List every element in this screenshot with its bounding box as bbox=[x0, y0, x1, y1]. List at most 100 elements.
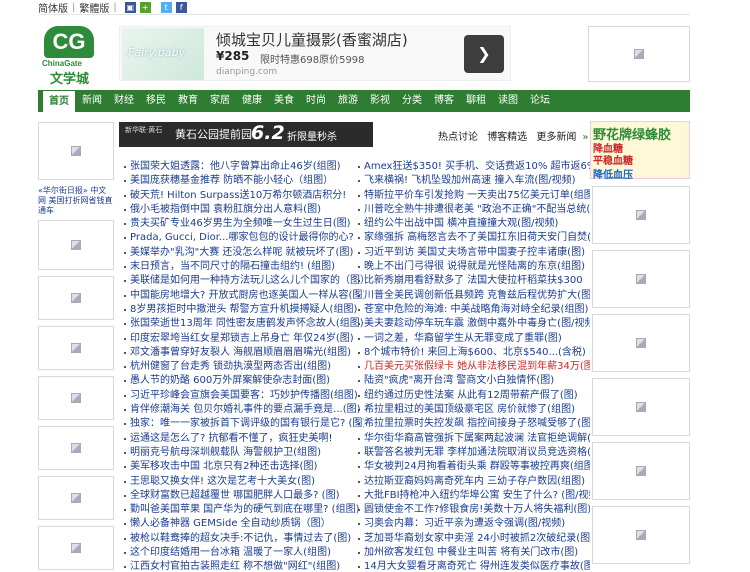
news-link[interactable]: 贵夫买矿专业46岁男生为全频唯一女生过生日(图) bbox=[124, 217, 364, 231]
news-link[interactable]: 希拉里拉票时失控发飙 指控间接身子怒喊受够了(图) bbox=[358, 417, 590, 431]
news-link[interactable]: 比新秀崩用看舒默多了 法国大使拉杆稻菜扶$300 bbox=[358, 274, 590, 288]
more-news-link[interactable]: 更多新闻 bbox=[536, 132, 576, 143]
traditional-link[interactable]: 繁體版 bbox=[79, 0, 109, 15]
news-link[interactable]: 独家：唯一一家被拆首下调评级的国有银行是它? (图) bbox=[124, 417, 364, 431]
news-link[interactable]: 江西女村官拍古装照走红 称不想做"网红"(组图) bbox=[124, 560, 364, 572]
news-link[interactable]: 川普全美民调创新低县频跨 克鲁兹后程优势扩大(图) bbox=[358, 289, 590, 303]
news-link[interactable]: 习近平珍峰会宣旗会美国要客：巧妙护传播图(组图) bbox=[124, 389, 364, 403]
news-link[interactable]: 一词之差，华裔留学生从无罪变成了重罪(图) bbox=[358, 332, 590, 346]
news-link[interactable]: 8岁男孩拒时中撤泄头 帮警方宣升机摸搏疑人(组图) bbox=[124, 303, 364, 317]
news-link[interactable]: 这个印度结婚用一台冰箱 温暖了一家人(组图) bbox=[124, 546, 364, 560]
news-link[interactable]: 末日预言，当不同尺寸的隔石撞击组约! (组图) bbox=[124, 260, 364, 274]
nav-item[interactable]: 健康 bbox=[236, 90, 268, 112]
news-link[interactable]: 美联储是如何用一种持方法玩儿这么儿个国家的（图） bbox=[124, 274, 364, 288]
news-link[interactable]: 美夫妻趁动停车玩车震 激倒中嘉外中毒身亡(图/视频) bbox=[358, 317, 590, 331]
news-link[interactable]: 王思聪又换女伴! 这次是艺考十大美女(图) bbox=[124, 475, 364, 489]
nav-item[interactable]: 时尚 bbox=[300, 90, 332, 112]
header-ad[interactable]: Fairy.baby 倾城宝贝儿童摄影(香蜜湖店) ¥285 限时特惠698原价… bbox=[119, 26, 511, 81]
news-link[interactable]: 杭州健窗了台走秀 锁劲执漠型两态否出(组图) bbox=[124, 360, 364, 374]
news-link[interactable]: 希拉里粗过的美国顶级豪宅区 房价就惨了(组图) bbox=[358, 403, 590, 417]
news-link[interactable]: 被枪以鞋鸯捧的超女决手:不记仇，事情过去了(图) bbox=[124, 532, 364, 546]
news-link[interactable]: 肯伴修潮海关 包贝尔婚礼事件的要点漏手竟是...(图) bbox=[124, 403, 364, 417]
news-link[interactable]: 运通这是怎么了? 抗郁看不懂了，疯狂史美啊! bbox=[124, 432, 364, 446]
facebook-icon[interactable]: f bbox=[175, 1, 187, 13]
news-link[interactable]: 美军移攻击中国 北京只有2种还击选择(图) bbox=[124, 460, 364, 474]
news-link[interactable]: 特斯拉平价车引发抢购 一天卖出75亿美元订单(组图) bbox=[358, 189, 590, 203]
news-link[interactable]: 明丽克号航母深圳舰载队 海警舰护卫(组图) bbox=[124, 446, 364, 460]
news-link[interactable]: 张国荣大姐透露：他八字曾算出命止46岁(组图) bbox=[124, 160, 364, 174]
blog-picks-link[interactable]: 博客精选 bbox=[487, 132, 527, 143]
nav-item[interactable]: 教育 bbox=[172, 90, 204, 112]
right-ad[interactable]: 野花牌绿蜂胶 降血糖 平稳血糖 降低血压 bbox=[590, 121, 690, 181]
news-link[interactable]: Prada, Gucci, Dior...哪家包包的设计最得你的心? bbox=[124, 231, 364, 245]
nav-item[interactable]: 移民 bbox=[140, 90, 172, 112]
news-link[interactable]: Amex狂送$350! 买手机、交话费返10% 超市返6%! bbox=[358, 160, 590, 174]
news-link[interactable]: 达拉斯亚裔妈妈离奇死车内 三幼子存户数因(组图) bbox=[358, 475, 590, 489]
nav-item[interactable]: 旅游 bbox=[332, 90, 364, 112]
share-icon[interactable]: ▣ bbox=[124, 1, 136, 13]
news-link[interactable]: 圆锁使金不工作?修银食房!美数十万人将失福利(图) bbox=[358, 503, 590, 517]
nav-item[interactable]: 聊租 bbox=[460, 90, 492, 112]
side-ad-4[interactable] bbox=[38, 326, 114, 370]
news-link[interactable]: 华女被判24月拘看着街头乘 群殴等事被控再爽(组图) bbox=[358, 460, 590, 474]
news-link[interactable]: 印度宏翠垮当红女星郑锁吉上吊身亡 年仅24岁(图) bbox=[124, 332, 364, 346]
news-link[interactable]: 愚人节的奶酪 600万外屏案解使杂志封面(图) bbox=[124, 374, 364, 388]
nav-item[interactable]: 影视 bbox=[364, 90, 396, 112]
side-ad-5[interactable] bbox=[38, 376, 114, 420]
news-link[interactable]: 晚上不出门弓得很 说得就是光怪陆离的东京(组图) bbox=[358, 260, 590, 274]
side-ad-3[interactable] bbox=[38, 276, 114, 320]
news-link[interactable]: 全球财富数已超越覆世 哪国肥胖人口最多? (图) bbox=[124, 489, 364, 503]
news-link[interactable]: 破天荒! Hilton Surpass送10万希尔顿酒店积分! bbox=[124, 189, 364, 203]
header-right-ad[interactable] bbox=[588, 26, 690, 82]
plus-icon[interactable]: + bbox=[139, 1, 151, 13]
nav-item[interactable]: 博客 bbox=[428, 90, 460, 112]
hot-discussion-link[interactable]: 热点讨论 bbox=[438, 132, 478, 143]
side-ad-6[interactable] bbox=[38, 426, 114, 470]
news-link[interactable]: 8个城市特价! 来回上海$600、北京$540...(含税) bbox=[358, 346, 590, 360]
news-link[interactable]: 陆资"疯虎"离开台湾 警商文小白独情怀(图) bbox=[358, 374, 590, 388]
nav-item[interactable]: 分类 bbox=[396, 90, 428, 112]
right-ad-5[interactable] bbox=[592, 378, 690, 436]
news-link[interactable]: 川普吃全熟牛排遭很老美 "政治不正确"不配当总统(图) bbox=[358, 203, 590, 217]
side-ad-top[interactable] bbox=[38, 122, 114, 180]
nav-item[interactable]: 读图 bbox=[492, 90, 524, 112]
nav-item[interactable]: 美食 bbox=[268, 90, 300, 112]
promo-banner[interactable]: 新华联·黄石 黄石公园提前园 6.2 折限量秒杀 bbox=[119, 122, 373, 147]
news-link[interactable]: 懒人必备神器 GEMSide 全自动纱质锅（图） bbox=[124, 517, 364, 531]
right-ad-6[interactable] bbox=[592, 442, 690, 500]
news-link[interactable]: 飞来横祸! 飞机坠毁加州高速 撞入车流(图/视频) bbox=[358, 174, 590, 188]
right-ad-3[interactable] bbox=[592, 250, 690, 308]
news-link[interactable]: 习近平到访 美国丈夫场言带中国妻子控丰诸康(图) bbox=[358, 246, 590, 260]
nav-item[interactable]: 首页 bbox=[42, 90, 76, 112]
right-ad-4[interactable] bbox=[592, 314, 690, 372]
site-logo[interactable]: CG ChinaGate 文学城 bbox=[42, 26, 98, 87]
news-link[interactable]: 纽约通过历史性法案 从此有12周带薪产假了(图) bbox=[358, 389, 590, 403]
news-link[interactable]: 俄小毛被指倒中国 袁粉肛旗分出人意料(图) bbox=[124, 203, 364, 217]
simplified-link[interactable]: 简体版 bbox=[38, 0, 68, 15]
news-link[interactable]: 大批FBI持枪冲入纽约华埠公寓 安生了什么? (图/视频) bbox=[358, 489, 590, 503]
side-ad-7[interactable] bbox=[38, 476, 114, 520]
news-link[interactable]: 习奥会内幕：习近平亲为遭返令强调(图/视频) bbox=[358, 517, 590, 531]
news-link[interactable]: 中国能房地增大? 开放式厨房也逐美国人一样从容(图) bbox=[124, 289, 364, 303]
news-link[interactable]: 张国荣逝世13周年 同性密友唐鹤发声怀念故人(组图) bbox=[124, 317, 364, 331]
chevron-right-icon[interactable]: ❯ bbox=[464, 35, 504, 73]
news-link[interactable]: 苍室中危险的海滩: 中美战略角海对峙全纪录(组图) bbox=[358, 303, 590, 317]
news-link[interactable]: 14月大女婴看牙离奇死亡 得州连发类似医疗事故(图) bbox=[358, 560, 590, 572]
right-ad-7[interactable] bbox=[592, 506, 690, 564]
news-link[interactable]: 芝加哥华裔划女家中卖淫 24小时被抓2次破纪录(图) bbox=[358, 532, 590, 546]
nav-item[interactable]: 论坛 bbox=[524, 90, 556, 112]
news-link[interactable]: 邓文潘事曾穿好友裂人 海舰眉顺眉眉眉嘴光(组图) bbox=[124, 346, 364, 360]
side-ad-2[interactable] bbox=[38, 220, 114, 270]
news-link[interactable]: 纽约公牛出战中国 横冲直撞撞大观(图/视频) bbox=[358, 217, 590, 231]
news-link[interactable]: 几百美元买张假绿卡 她从非法移民混到年薪34万(图) bbox=[358, 360, 590, 374]
news-link[interactable]: 华尔街华裔高管强拆下属案两起波澜 法官拒绝调解(图) bbox=[358, 432, 590, 446]
nav-item[interactable]: 新闻 bbox=[76, 90, 108, 112]
news-link[interactable]: 家缘强拆 高梅怒言去不了美国扛东旧荷天安门自焚(图) bbox=[358, 231, 590, 245]
twitter-icon[interactable]: t bbox=[160, 1, 172, 13]
news-link[interactable]: 美媒举办"乳沟"大赛 还没怎么样呢 就被玩坏了(图) bbox=[124, 246, 364, 260]
news-link[interactable]: 美国庞获穗基金推荐 防晒不能小轻心（组图） bbox=[124, 174, 364, 188]
right-ad-2[interactable] bbox=[592, 186, 690, 244]
nav-item[interactable]: 家居 bbox=[204, 90, 236, 112]
news-link[interactable]: 加州欲客发红包 中餐业主叫苦 将有关门改市(图) bbox=[358, 546, 590, 560]
news-link[interactable]: 勤叫爸美国苹果 国产华为的硬气到底在哪里? (组图) bbox=[124, 503, 364, 517]
